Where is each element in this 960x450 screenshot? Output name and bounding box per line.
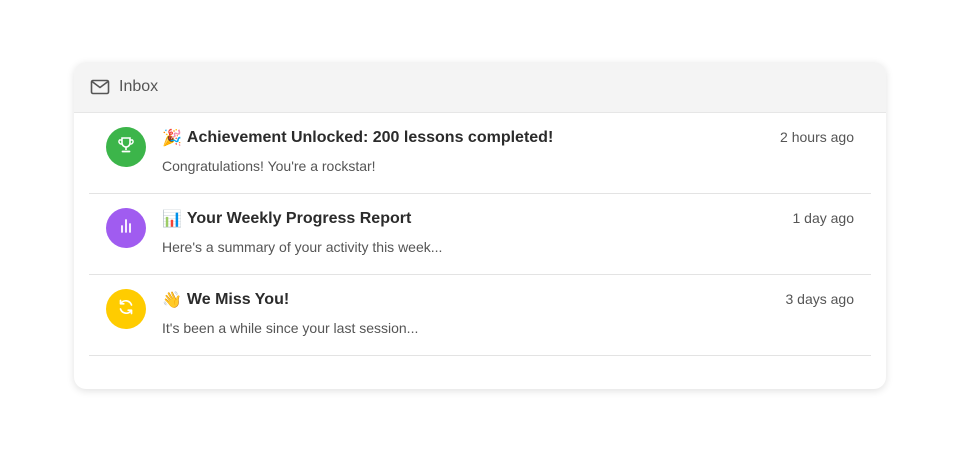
waving-hand-icon: 👋	[162, 292, 182, 309]
party-popper-icon: 🎉	[162, 130, 182, 147]
chart-emoji-icon: 📊	[162, 211, 182, 228]
message-subtitle: Congratulations! You're a rockstar!	[162, 158, 376, 174]
message-time: 1 day ago	[792, 210, 855, 226]
inbox-header: Inbox	[74, 62, 886, 113]
message-subtitle: Here's a summary of your activity this w…	[162, 239, 443, 255]
message-time: 3 days ago	[785, 291, 855, 307]
message-avatar	[106, 289, 146, 329]
message-subtitle: It's been a while since your last sessio…	[162, 320, 419, 336]
inbox-card: Inbox 🎉 Achievement Unlocked: 200 lesson	[74, 62, 886, 389]
message-list: 🎉 Achievement Unlocked: 200 lessons comp…	[74, 113, 886, 356]
message-item-progress-report[interactable]: 📊 Your Weekly Progress Report Here's a s…	[89, 194, 871, 275]
trophy-icon	[116, 135, 136, 159]
mail-icon	[90, 77, 110, 97]
message-title-text: We Miss You!	[186, 291, 290, 308]
message-title: 🎉 Achievement Unlocked: 200 lessons comp…	[162, 128, 553, 148]
refresh-icon	[116, 297, 136, 321]
message-title-text: Your Weekly Progress Report	[186, 210, 412, 227]
message-item-miss-you[interactable]: 👋 We Miss You! It's been a while since y…	[89, 275, 871, 356]
inbox-title: Inbox	[119, 78, 159, 95]
message-title-text: Achievement Unlocked: 200 lessons comple…	[186, 129, 554, 146]
message-time: 2 hours ago	[780, 129, 854, 145]
message-avatar	[106, 208, 146, 248]
message-item-achievement[interactable]: 🎉 Achievement Unlocked: 200 lessons comp…	[89, 113, 871, 194]
message-avatar	[106, 127, 146, 167]
message-title: 👋 We Miss You!	[162, 290, 289, 310]
bar-chart-icon	[116, 216, 136, 240]
message-title: 📊 Your Weekly Progress Report	[162, 209, 411, 229]
